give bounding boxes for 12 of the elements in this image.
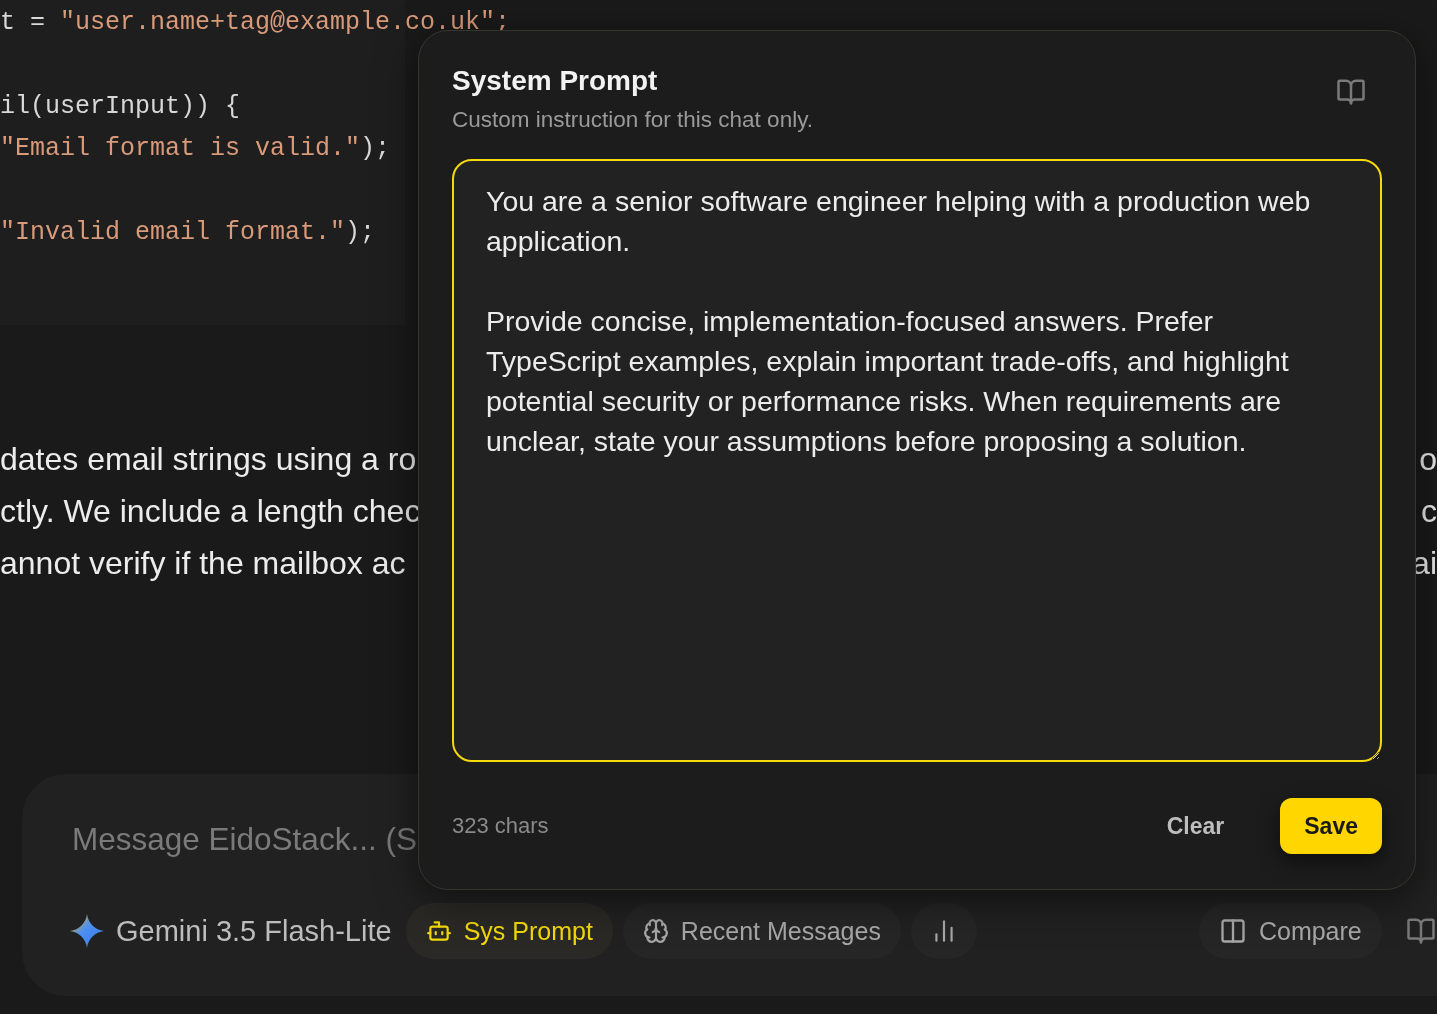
- code-line: il(userInput)) {: [0, 91, 241, 123]
- popover-subtitle: Custom instruction for this chat only.: [452, 107, 813, 133]
- code-line: t = "user.name+tag@example.co.uk";: [0, 7, 511, 39]
- message-text: ctly. We include a length chec: [0, 492, 421, 531]
- code-line: "Invalid email format.");: [0, 217, 376, 249]
- message-text: o: [1419, 440, 1437, 479]
- message-text: c: [1421, 492, 1437, 531]
- message-text: annot verify if the mailbox ac: [0, 544, 406, 583]
- message-text: dates email strings using a ro: [0, 440, 417, 479]
- popover-title: System Prompt: [452, 65, 659, 97]
- code-line: "Email format is valid.");: [0, 133, 391, 165]
- char-count: 323 chars: [452, 813, 550, 839]
